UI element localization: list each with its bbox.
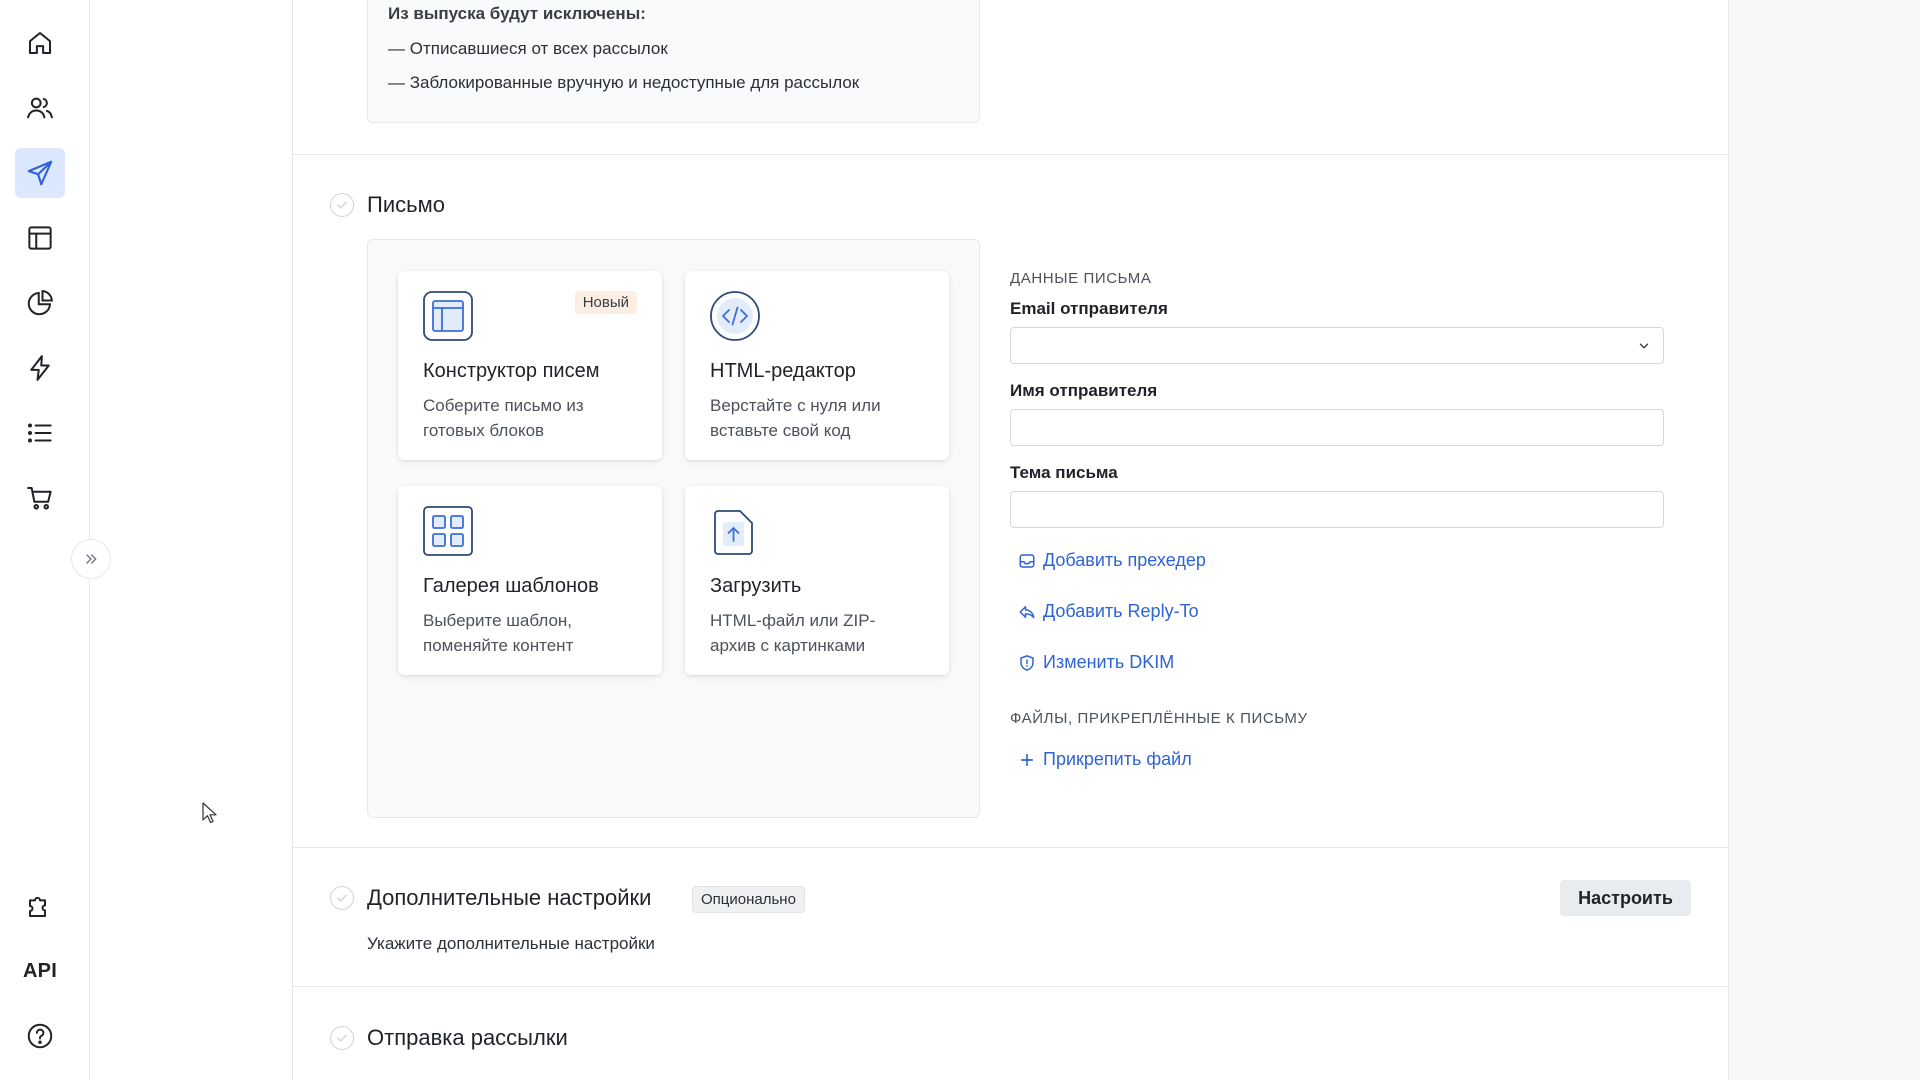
add-preheader-label: Добавить прехедер: [1043, 550, 1206, 570]
cart-icon: [27, 487, 52, 510]
grid-icon: [423, 506, 473, 556]
section-divider: [293, 847, 1728, 848]
tile-title: Конструктор писем: [423, 360, 600, 382]
home-icon: [29, 32, 51, 54]
new-badge: Новый: [574, 291, 637, 314]
add-reply-to-label: Добавить Reply-To: [1043, 601, 1199, 621]
puzzle-icon: [29, 896, 46, 917]
tile-upload[interactable]: Загрузить HTML-файл или ZIP-архив с карт…: [685, 486, 949, 675]
nav-ecommerce[interactable]: [15, 473, 65, 523]
nav-integrations[interactable]: [15, 881, 65, 931]
tile-description: Выберите шаблон, поменяйте контент: [423, 611, 574, 655]
layout-icon: [28, 226, 52, 250]
campaign-editor: Из выпуска будут исключены: — Отписавшие…: [292, 0, 1729, 1080]
main-nav-rail: API: [0, 0, 90, 1080]
plus-icon: [1020, 753, 1034, 766]
add-preheader-link[interactable]: Добавить прехедер: [1018, 550, 1664, 571]
pie-chart-icon: [27, 290, 53, 316]
exclusion-item: — Заблокированные вручную и недоступные …: [388, 73, 860, 92]
exclusions-box: Из выпуска будут исключены: — Отписавшие…: [367, 0, 980, 123]
lightning-icon: [30, 355, 50, 381]
nav-analytics[interactable]: [15, 278, 65, 328]
reply-icon: [1019, 605, 1035, 618]
change-dkim-label: Изменить DKIM: [1043, 652, 1175, 672]
tile-description: Верстайте с нуля или вставьте свой код: [710, 396, 881, 440]
chevron-down-icon: [1639, 343, 1649, 349]
attach-file-label: Прикрепить файл: [1043, 749, 1192, 769]
tile-template-gallery[interactable]: Галерея шаблонов Выберите шаблон, поменя…: [398, 486, 662, 675]
letter-data-form: Данные письма Email отправителя Имя отпр…: [1010, 270, 1664, 770]
subject-input[interactable]: [1010, 491, 1664, 528]
subject-label: Тема письма: [1010, 463, 1118, 482]
send-icon: [27, 160, 53, 186]
code-icon: [710, 291, 760, 341]
sender-name-label: Имя отправителя: [1010, 381, 1158, 400]
tile-title: Загрузить: [710, 575, 802, 597]
tile-email-builder[interactable]: Новый Конструктор писем Соберите письмо …: [398, 271, 662, 460]
nav-campaigns[interactable]: [15, 148, 65, 198]
tile-html-editor[interactable]: HTML-редактор Верстайте с нуля или встав…: [685, 271, 949, 460]
letter-source-options: Новый Конструктор писем Соберите письмо …: [367, 239, 980, 818]
shield-icon: [1020, 654, 1034, 671]
sender-name-input[interactable]: [1010, 409, 1664, 446]
nav-contacts[interactable]: [15, 83, 65, 133]
tile-description: Соберите письмо из готовых блоков: [423, 396, 584, 440]
sending-section-title: Отправка рассылки: [367, 1025, 568, 1050]
help-icon: [27, 1023, 53, 1049]
nav-automation[interactable]: [15, 343, 65, 393]
upload-file-icon: [714, 510, 753, 555]
secondary-panel: [90, 0, 292, 1080]
tile-description: HTML-файл или ZIP-архив с картинками: [710, 611, 876, 655]
add-reply-to-link[interactable]: Добавить Reply-To: [1018, 601, 1664, 622]
layout-icon: [423, 291, 473, 341]
check-icon: [337, 201, 347, 209]
nav-home[interactable]: [15, 18, 65, 68]
check-icon: [337, 1034, 347, 1042]
nav-templates[interactable]: [15, 213, 65, 263]
nav-help[interactable]: [15, 1011, 65, 1061]
sender-email-label: Email отправителя: [1010, 299, 1168, 318]
exclusions-title: Из выпуска будут исключены:: [388, 4, 646, 23]
tile-title: Галерея шаблонов: [423, 575, 599, 597]
letter-step-check: [330, 193, 354, 217]
advanced-section-title: Дополнительные настройки: [367, 885, 652, 910]
expand-sidebar-button[interactable]: [71, 539, 111, 579]
tile-title: HTML-редактор: [710, 360, 856, 382]
sender-email-select[interactable]: [1010, 327, 1664, 364]
advanced-step-check: [330, 886, 354, 910]
attach-file-link[interactable]: Прикрепить файл: [1018, 749, 1664, 770]
optional-badge: Опционально: [692, 886, 805, 913]
inbox-icon: [1019, 553, 1035, 568]
nav-api[interactable]: API: [15, 946, 65, 996]
section-divider: [293, 986, 1728, 987]
check-icon: [337, 894, 347, 902]
exclusion-item: — Отписавшиеся от всех рассылок: [388, 39, 668, 58]
sending-step-check: [330, 1026, 354, 1050]
letter-section-title: Письмо: [367, 192, 445, 217]
chevrons-right-icon: [86, 554, 97, 564]
advanced-hint: Укажите дополнительные настройки: [367, 934, 655, 953]
change-dkim-link[interactable]: Изменить DKIM: [1018, 652, 1664, 673]
configure-button[interactable]: Настроить: [1560, 880, 1691, 916]
nav-lists[interactable]: [15, 408, 65, 458]
mouse-cursor-icon: [202, 802, 217, 824]
users-icon: [27, 97, 53, 119]
attachments-caption: Файлы, прикреплённые к письму: [1010, 710, 1308, 727]
section-divider: [293, 154, 1728, 155]
api-label: API: [23, 959, 57, 982]
letter-data-caption: Данные письма: [1010, 270, 1152, 287]
list-icon: [28, 423, 52, 443]
